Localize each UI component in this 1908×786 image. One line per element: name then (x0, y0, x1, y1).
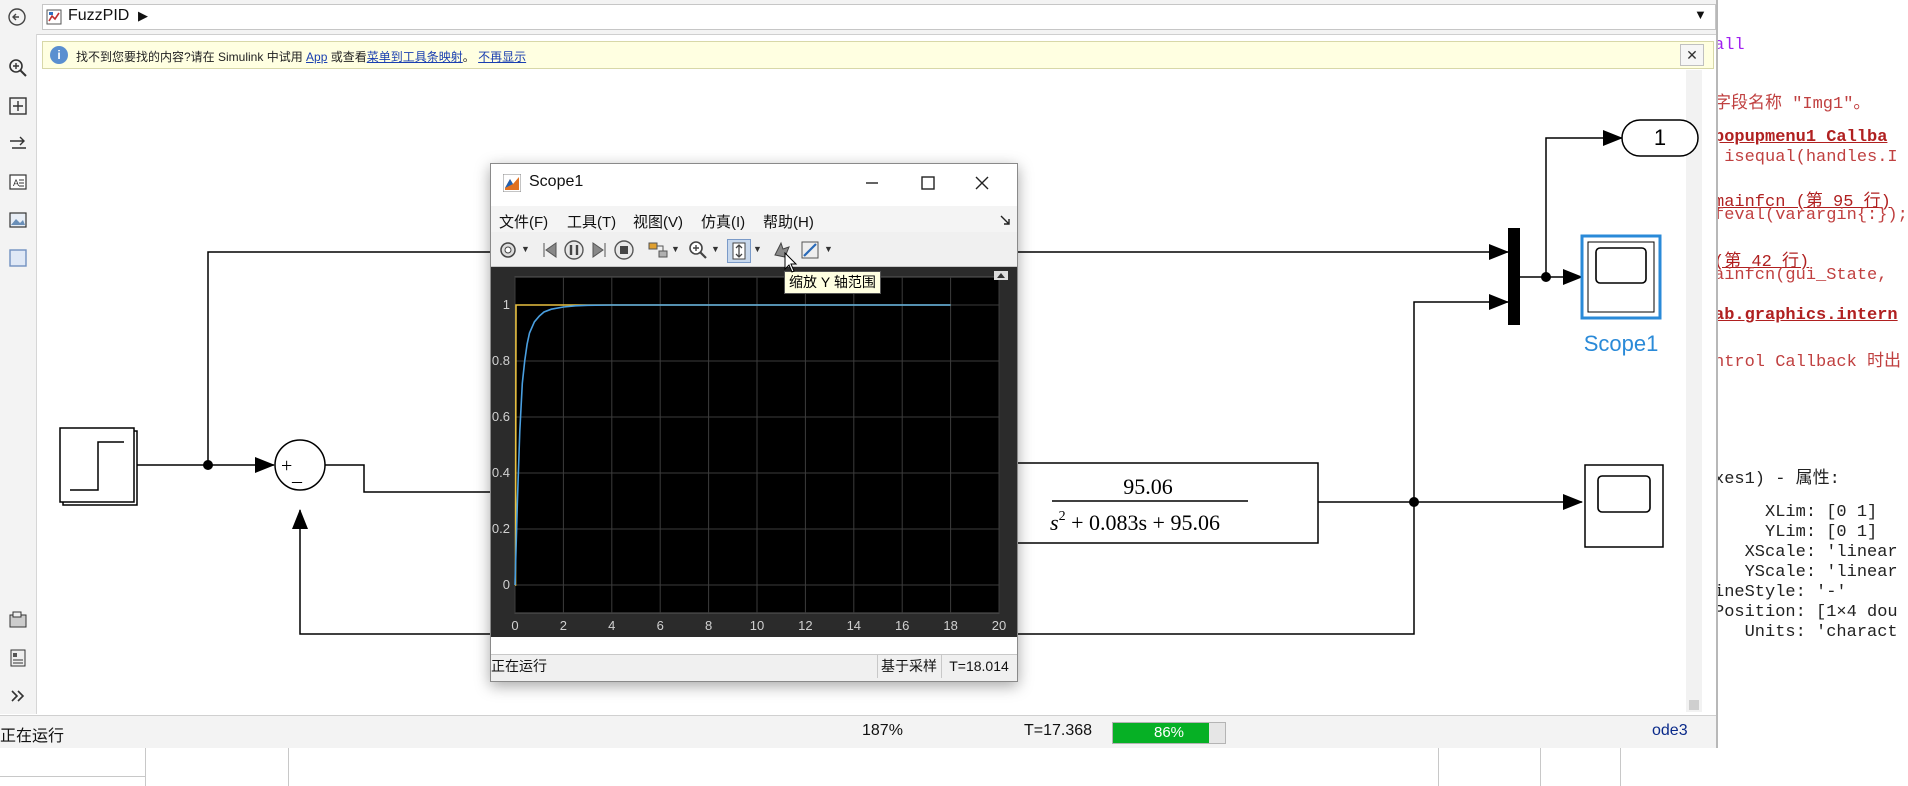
x-tick-label: 2 (560, 618, 567, 633)
y-tick-label: 0.4 (492, 465, 510, 480)
x-tick-label: 16 (895, 618, 909, 633)
x-tick-label: 14 (847, 618, 861, 633)
junction-dot (1541, 272, 1551, 282)
y-tick-label: 0.8 (492, 353, 510, 368)
close-icon[interactable] (967, 170, 997, 196)
solver-link[interactable]: ode3 (1652, 722, 1688, 740)
code-line: XLim: [0 1] (1714, 503, 1878, 522)
code-line: isequal(handles.I (1714, 148, 1898, 167)
code-line[interactable]: ab.graphics.intern (1714, 306, 1898, 325)
scope1-label: Scope1 (1584, 331, 1659, 356)
simulation-state: 正在运行 (0, 728, 65, 745)
minimize-icon[interactable] (857, 170, 887, 196)
restore-icon[interactable] (994, 271, 1008, 280)
x-tick-label: 18 (943, 618, 957, 633)
code-line: feval(varargin{:}); (1714, 206, 1908, 225)
x-tick-label: 4 (608, 618, 615, 633)
simulation-time: T=17.368 (1024, 722, 1093, 739)
chevron-down-icon[interactable]: ▼ (753, 244, 762, 254)
scope2-block[interactable] (1584, 464, 1664, 548)
scope-state: 正在运行 (491, 658, 547, 674)
code-line: YScale: 'linear (1714, 563, 1898, 582)
menu-file[interactable]: 文件(F) (499, 211, 548, 232)
scope-toolbar: ▼ ▼ ▼ ▼ ▼ (491, 232, 1017, 267)
scope-chart[interactable]: 0 2 4 6 8 10 12 14 16 18 20 0 0.2 0.4 0.6 0.8 1 (491, 267, 1017, 637)
code-line: Position: [1×4 dou (1714, 603, 1898, 622)
transfer-fcn-block[interactable]: 95.06 s2 + 0.083s + 95.06 (1015, 462, 1319, 544)
scope-window: Scope1 文件(F) 工具(T) 视图(V) 仿真(I) 帮助(H) ▼ ▼… (490, 163, 1018, 682)
matlab-logo-icon (503, 174, 521, 192)
step-block[interactable] (59, 427, 138, 506)
code-line[interactable]: popupmenu1_Callba (1714, 128, 1887, 147)
x-tick-label: 6 (657, 618, 664, 633)
zoom-in-icon[interactable] (687, 239, 709, 261)
y-tick-label: 0.2 (492, 521, 510, 536)
junction-dot (1409, 497, 1419, 507)
tf-denominator-s: s (1050, 510, 1059, 535)
simulation-progress-bar: 86% (1112, 722, 1226, 744)
x-tick-label: 20 (992, 618, 1006, 633)
sum-block[interactable]: + – (274, 439, 326, 492)
sum-plus-sign: + (281, 455, 292, 477)
code-line: YLim: [0 1] (1714, 523, 1878, 542)
tooltip: 缩放 Y 轴范围 (784, 271, 881, 294)
background-window-strip (0, 748, 1720, 786)
progress-text: 86% (1153, 724, 1185, 741)
menu-simulation[interactable]: 仿真(I) (701, 211, 745, 232)
outport-block[interactable]: 1 (1621, 119, 1699, 157)
mouse-cursor-icon (784, 252, 798, 273)
y-tick-label: 1 (503, 297, 510, 312)
style-edit-icon[interactable] (799, 239, 821, 261)
scope1-block[interactable]: Scope1 (1580, 234, 1662, 356)
status-bar (0, 715, 1716, 748)
menu-help[interactable]: 帮助(H) (763, 211, 814, 232)
x-tick-label: 12 (798, 618, 812, 633)
chevron-down-icon[interactable]: ▼ (671, 244, 680, 254)
chevron-down-icon[interactable]: ▼ (521, 244, 530, 254)
step-back-icon[interactable] (539, 239, 561, 261)
pause-icon[interactable] (563, 239, 585, 261)
menu-view[interactable]: 视图(V) (633, 211, 683, 232)
tf-denominator-exp: 2 (1059, 509, 1066, 524)
code-line: all (1714, 36, 1745, 55)
x-tick-label: 10 (750, 618, 764, 633)
tf-denominator-rest: + 0.083s + 95.06 (1066, 510, 1220, 535)
x-tick-label: 0 (511, 618, 518, 633)
scope-time: T=18.014 (941, 654, 1016, 678)
scope-plot-area[interactable]: 0 2 4 6 8 10 12 14 16 18 20 0 0.2 0.4 0.6 0.8 1 (491, 267, 1017, 637)
tf-numerator: 95.06 (1123, 474, 1173, 499)
maximize-icon[interactable] (913, 170, 943, 196)
code-line: ntrol Callback 时出 (1714, 353, 1902, 372)
sum-minus-sign: – (291, 470, 303, 492)
code-line: 字段名称 "Img1"。 (1714, 95, 1871, 114)
scope-title: Scope1 (529, 173, 584, 190)
matlab-command-window[interactable]: all 字段名称 "Img1"。 popupmenu1_Callba isequal… (1700, 0, 1908, 786)
y-tick-label: 0 (503, 577, 510, 592)
tf-denominator: s2 + 0.083s + 95.06 (1050, 509, 1220, 535)
highlight-block-icon[interactable] (647, 239, 669, 261)
junction-dot (203, 460, 213, 470)
stop-icon[interactable] (613, 239, 635, 261)
code-line: XScale: 'linear (1714, 543, 1898, 562)
scope-sample-mode: 基于采样 (877, 654, 940, 678)
scope-menubar: 文件(F) 工具(T) 视图(V) 仿真(I) 帮助(H) (491, 206, 1017, 232)
mux-block[interactable] (1508, 228, 1520, 325)
chevron-down-icon[interactable]: ▼ (824, 244, 833, 254)
undock-icon[interactable] (999, 214, 1011, 226)
step-forward-icon[interactable] (588, 239, 610, 261)
code-line: ainfcn(gui_State, (1714, 266, 1888, 285)
menu-tools[interactable]: 工具(T) (567, 211, 616, 232)
code-line: Units: 'charact (1714, 623, 1898, 642)
zoom-level: 187% (862, 722, 903, 739)
settings-gear-icon[interactable] (497, 239, 519, 261)
scale-y-axis-icon[interactable] (727, 239, 751, 263)
chevron-down-icon[interactable]: ▼ (711, 244, 720, 254)
y-tick-label: 0.6 (492, 409, 510, 424)
outport-label: 1 (1654, 125, 1666, 150)
code-line: ineStyle: '-' (1714, 583, 1847, 602)
code-line: xes1) - 属性: (1714, 470, 1840, 489)
x-tick-label: 8 (705, 618, 712, 633)
